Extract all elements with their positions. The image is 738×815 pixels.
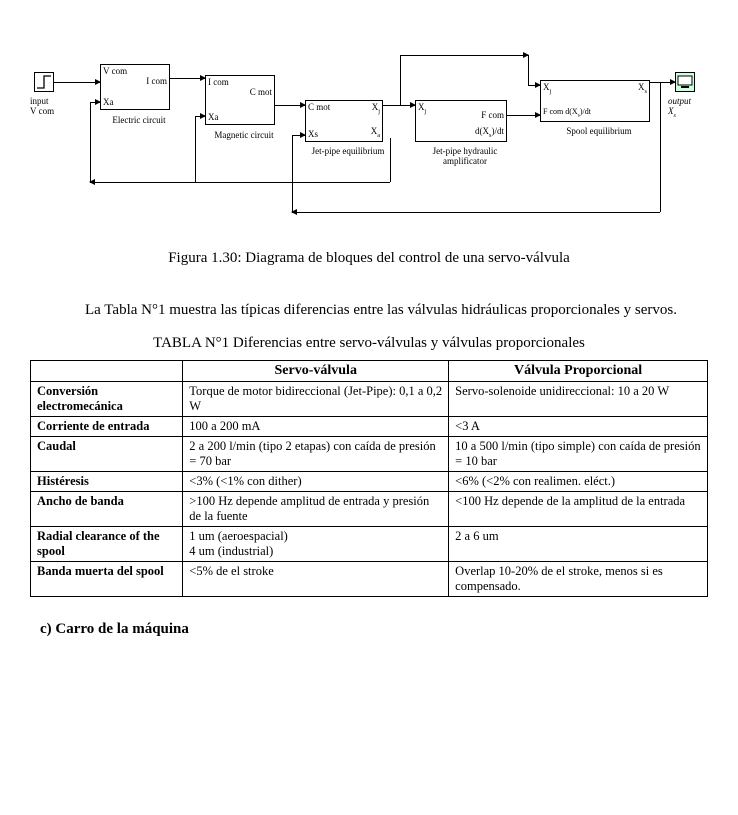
cell-sv: Torque de motor bidireccional (Jet-Pipe)… bbox=[183, 382, 449, 417]
comparison-table: Servo-válvula Válvula Proporcional Conve… bbox=[30, 360, 708, 597]
arrow bbox=[275, 105, 305, 106]
block-diagram: inputV com V com Xa I com Electric circu… bbox=[30, 20, 708, 230]
block-label: Jet-pipe equilibrium bbox=[310, 147, 386, 157]
port-xa-in: Xa bbox=[208, 113, 219, 122]
cell-sv: 1 um (aeroespacial)4 um (industrial) bbox=[183, 527, 449, 562]
fb-line bbox=[400, 55, 401, 105]
block-jet-pipe-amplificator: Xj F com d(Xs)/dt Jet-pipe hydraulic amp… bbox=[415, 100, 507, 142]
arrow bbox=[507, 115, 540, 116]
cell-sv: >100 Hz depende amplitud de entrada y pr… bbox=[183, 492, 449, 527]
cell-sv: <3% (<1% con dither) bbox=[183, 472, 449, 492]
table-header-row: Servo-válvula Válvula Proporcional bbox=[31, 361, 708, 382]
arrow bbox=[400, 55, 528, 56]
block-electric-circuit: V com Xa I com Electric circuit bbox=[100, 64, 170, 110]
cell-sv: 100 a 200 mA bbox=[183, 417, 449, 437]
port-xs-out: Xs bbox=[638, 83, 647, 95]
cell-vp: <6% (<2% con realimen. eléct.) bbox=[449, 472, 708, 492]
port-dxs-out: d(Xs)/dt bbox=[475, 127, 504, 139]
cell-vp: 2 a 6 um bbox=[449, 527, 708, 562]
table-row: Ancho de banda >100 Hz depende amplitud … bbox=[31, 492, 708, 527]
arrow bbox=[195, 116, 205, 117]
arrow bbox=[383, 105, 415, 106]
arrow bbox=[528, 85, 540, 86]
paragraph-intro: La Tabla N°1 muestra las típicas diferen… bbox=[40, 295, 698, 325]
fb-line bbox=[390, 138, 391, 182]
table-row: Conversión electromecánica Torque de mot… bbox=[31, 382, 708, 417]
port-vcom-in: V com bbox=[103, 67, 127, 76]
th-prop: Válvula Proporcional bbox=[449, 361, 708, 382]
input-label: inputV com bbox=[30, 96, 80, 116]
block-label: Magnetic circuit bbox=[210, 130, 278, 141]
arrow bbox=[54, 82, 100, 83]
arrow bbox=[170, 78, 205, 79]
port-xj-in: Xj bbox=[418, 103, 426, 115]
port-xs-in: Xs bbox=[308, 130, 318, 139]
cell-vp: Overlap 10-20% de el stroke, menos si es… bbox=[449, 562, 708, 597]
arrow bbox=[650, 82, 675, 83]
table-row: Histéresis <3% (<1% con dither) <6% (<2%… bbox=[31, 472, 708, 492]
step-input-icon bbox=[34, 72, 54, 92]
port-xa-in: Xa bbox=[103, 98, 114, 107]
fb-line bbox=[660, 82, 661, 212]
cell-vp: <3 A bbox=[449, 417, 708, 437]
block-label: Electric circuit bbox=[105, 115, 173, 126]
block-label: Jet-pipe hydraulic amplificator bbox=[420, 147, 510, 167]
figure-caption: Figura 1.30: Diagrama de bloques del con… bbox=[30, 250, 708, 267]
port-xj-in: Xj bbox=[543, 83, 551, 95]
cell-sv: <5% de el stroke bbox=[183, 562, 449, 597]
output-label: outputXs bbox=[668, 96, 691, 119]
port-xj-out: Xj bbox=[372, 103, 380, 115]
port-cmot-out: C mot bbox=[250, 88, 272, 97]
row-head: Histéresis bbox=[31, 472, 183, 492]
cell-vp: Servo-solenoide unidireccional: 10 a 20 … bbox=[449, 382, 708, 417]
row-head: Ancho de banda bbox=[31, 492, 183, 527]
row-head: Banda muerta del spool bbox=[31, 562, 183, 597]
arrow bbox=[292, 212, 660, 213]
arrow bbox=[90, 182, 390, 183]
fb-line bbox=[528, 55, 529, 85]
block-jet-pipe-equilibrium: C mot Xs Xj Xa Jet-pipe equilibrium bbox=[305, 100, 383, 142]
port-icom-out: I com bbox=[146, 77, 167, 86]
row-head: Radial clearance of the spool bbox=[31, 527, 183, 562]
table-row: Caudal 2 a 200 l/min (tipo 2 etapas) con… bbox=[31, 437, 708, 472]
cell-sv: 2 a 200 l/min (tipo 2 etapas) con caída … bbox=[183, 437, 449, 472]
table-row: Corriente de entrada 100 a 200 mA <3 A bbox=[31, 417, 708, 437]
table-row: Radial clearance of the spool 1 um (aero… bbox=[31, 527, 708, 562]
th-blank bbox=[31, 361, 183, 382]
th-servo: Servo-válvula bbox=[183, 361, 449, 382]
cell-vp: <100 Hz depende de la amplitud de la ent… bbox=[449, 492, 708, 527]
block-diagram-figure: inputV com V com Xa I com Electric circu… bbox=[30, 20, 708, 230]
table-row: Banda muerta del spool <5% de el stroke … bbox=[31, 562, 708, 597]
block-label: Spool equilibrium bbox=[545, 127, 653, 137]
fb-line bbox=[195, 116, 196, 182]
block-spool-equilibrium: Xj F com d(Xs)/dt Xs Spool equilibrium bbox=[540, 80, 650, 122]
arrow bbox=[90, 102, 100, 103]
fb-line bbox=[90, 102, 91, 182]
subsection-heading: c) Carro de la máquina bbox=[40, 621, 698, 638]
arrow bbox=[292, 135, 305, 136]
port-fcom-dxs-in: F com d(Xs)/dt bbox=[543, 108, 591, 119]
table-title: TABLA N°1 Diferencias entre servo-válvul… bbox=[30, 335, 708, 352]
cell-vp: 10 a 500 l/min (tipo simple) con caída d… bbox=[449, 437, 708, 472]
port-cmot-in: C mot bbox=[308, 103, 330, 112]
port-fcom-out: F com bbox=[481, 111, 504, 120]
port-xa-out: Xa bbox=[371, 127, 380, 139]
row-head: Caudal bbox=[31, 437, 183, 472]
row-head: Conversión electromecánica bbox=[31, 382, 183, 417]
block-magnetic-circuit: I com Xa C mot Magnetic circuit bbox=[205, 75, 275, 125]
port-icom-in: I com bbox=[208, 78, 229, 87]
row-head: Corriente de entrada bbox=[31, 417, 183, 437]
scope-output-icon bbox=[675, 72, 695, 92]
fb-line bbox=[292, 135, 293, 212]
